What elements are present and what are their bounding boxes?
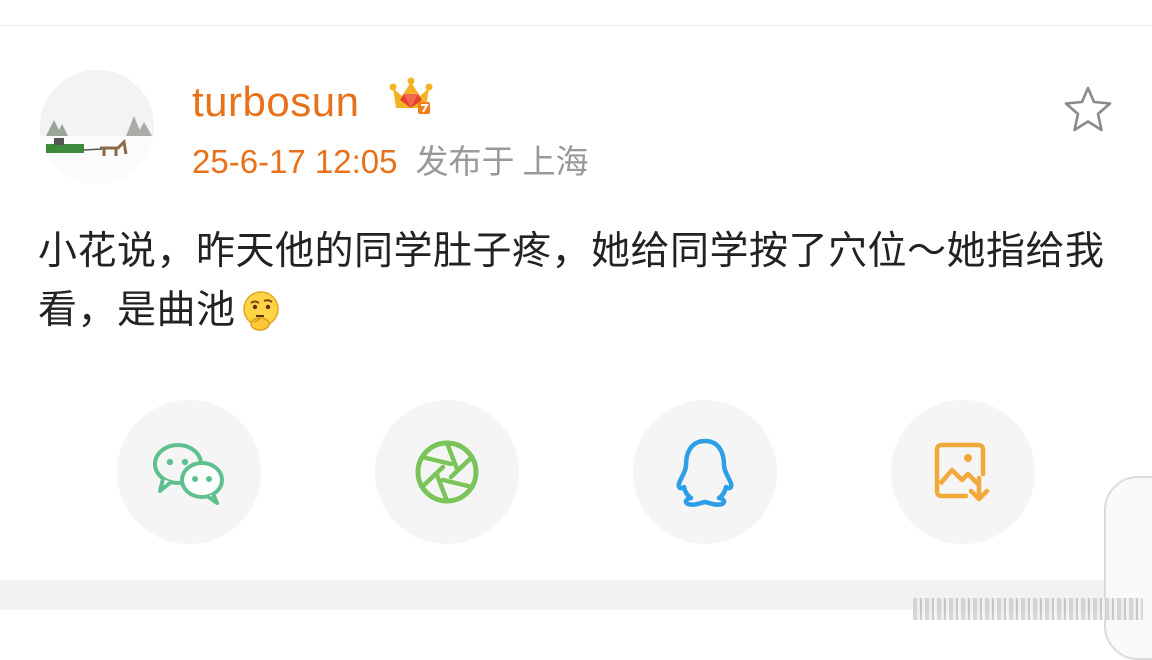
top-divider [0,25,1152,26]
save-image-icon [934,442,990,502]
share-wechat-button[interactable] [117,400,261,544]
wechat-icon [153,443,224,505]
watermark [913,598,1143,620]
crown-icon [389,77,433,114]
post-text: 小花说，昨天他的同学肚子疼，她给同学按了穴位～她指给我看，是曲池 [38,222,1128,340]
moments-aperture-icon [415,440,479,504]
post-timestamp: 25-6-17 12:05 [192,143,398,180]
username[interactable]: turbosun [192,76,359,128]
qq-icon [676,438,734,507]
save-image-button[interactable] [891,400,1035,544]
share-moments-button[interactable] [375,400,519,544]
post-location: 上海 [522,142,589,181]
posted-label: 发布于 [415,142,515,181]
avatar[interactable] [40,70,154,184]
side-drag-handle[interactable] [1104,476,1152,660]
thinking-emoji-icon [242,291,279,331]
star-icon[interactable] [1062,84,1114,134]
post-body: 小花说，昨天他的同学肚子疼，她给同学按了穴位～她指给我看，是曲池 [38,229,1105,333]
share-qq-button[interactable] [633,400,777,544]
post-meta: 25-6-17 12:05 发布于 上海 [192,140,589,184]
avatar-image [40,70,154,184]
